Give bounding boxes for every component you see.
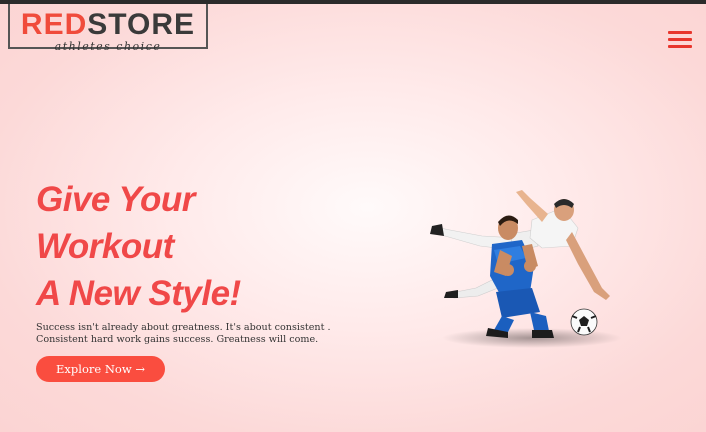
football-players-tackle-image: [430, 190, 622, 348]
headline-line: Give Your: [36, 180, 195, 219]
hamburger-menu-icon[interactable]: [668, 31, 692, 48]
description-line: Success isn't already about greatness. I…: [36, 322, 331, 333]
hero-description: Success isn't already about greatness. I…: [36, 322, 336, 346]
headline-line: Workout: [36, 227, 174, 266]
description-line: Consistent hard work gains success. Grea…: [36, 334, 319, 345]
hero-headline: Give Your Workout A New Style!: [36, 176, 356, 317]
explore-now-button[interactable]: Explore Now →: [36, 356, 165, 382]
redstore-logo[interactable]: RED STORE athletes choice: [8, 4, 208, 53]
logo-tagline: athletes choice: [54, 40, 162, 53]
logo-wordmark: RED STORE: [20, 8, 196, 41]
headline-line: A New Style!: [36, 274, 241, 313]
